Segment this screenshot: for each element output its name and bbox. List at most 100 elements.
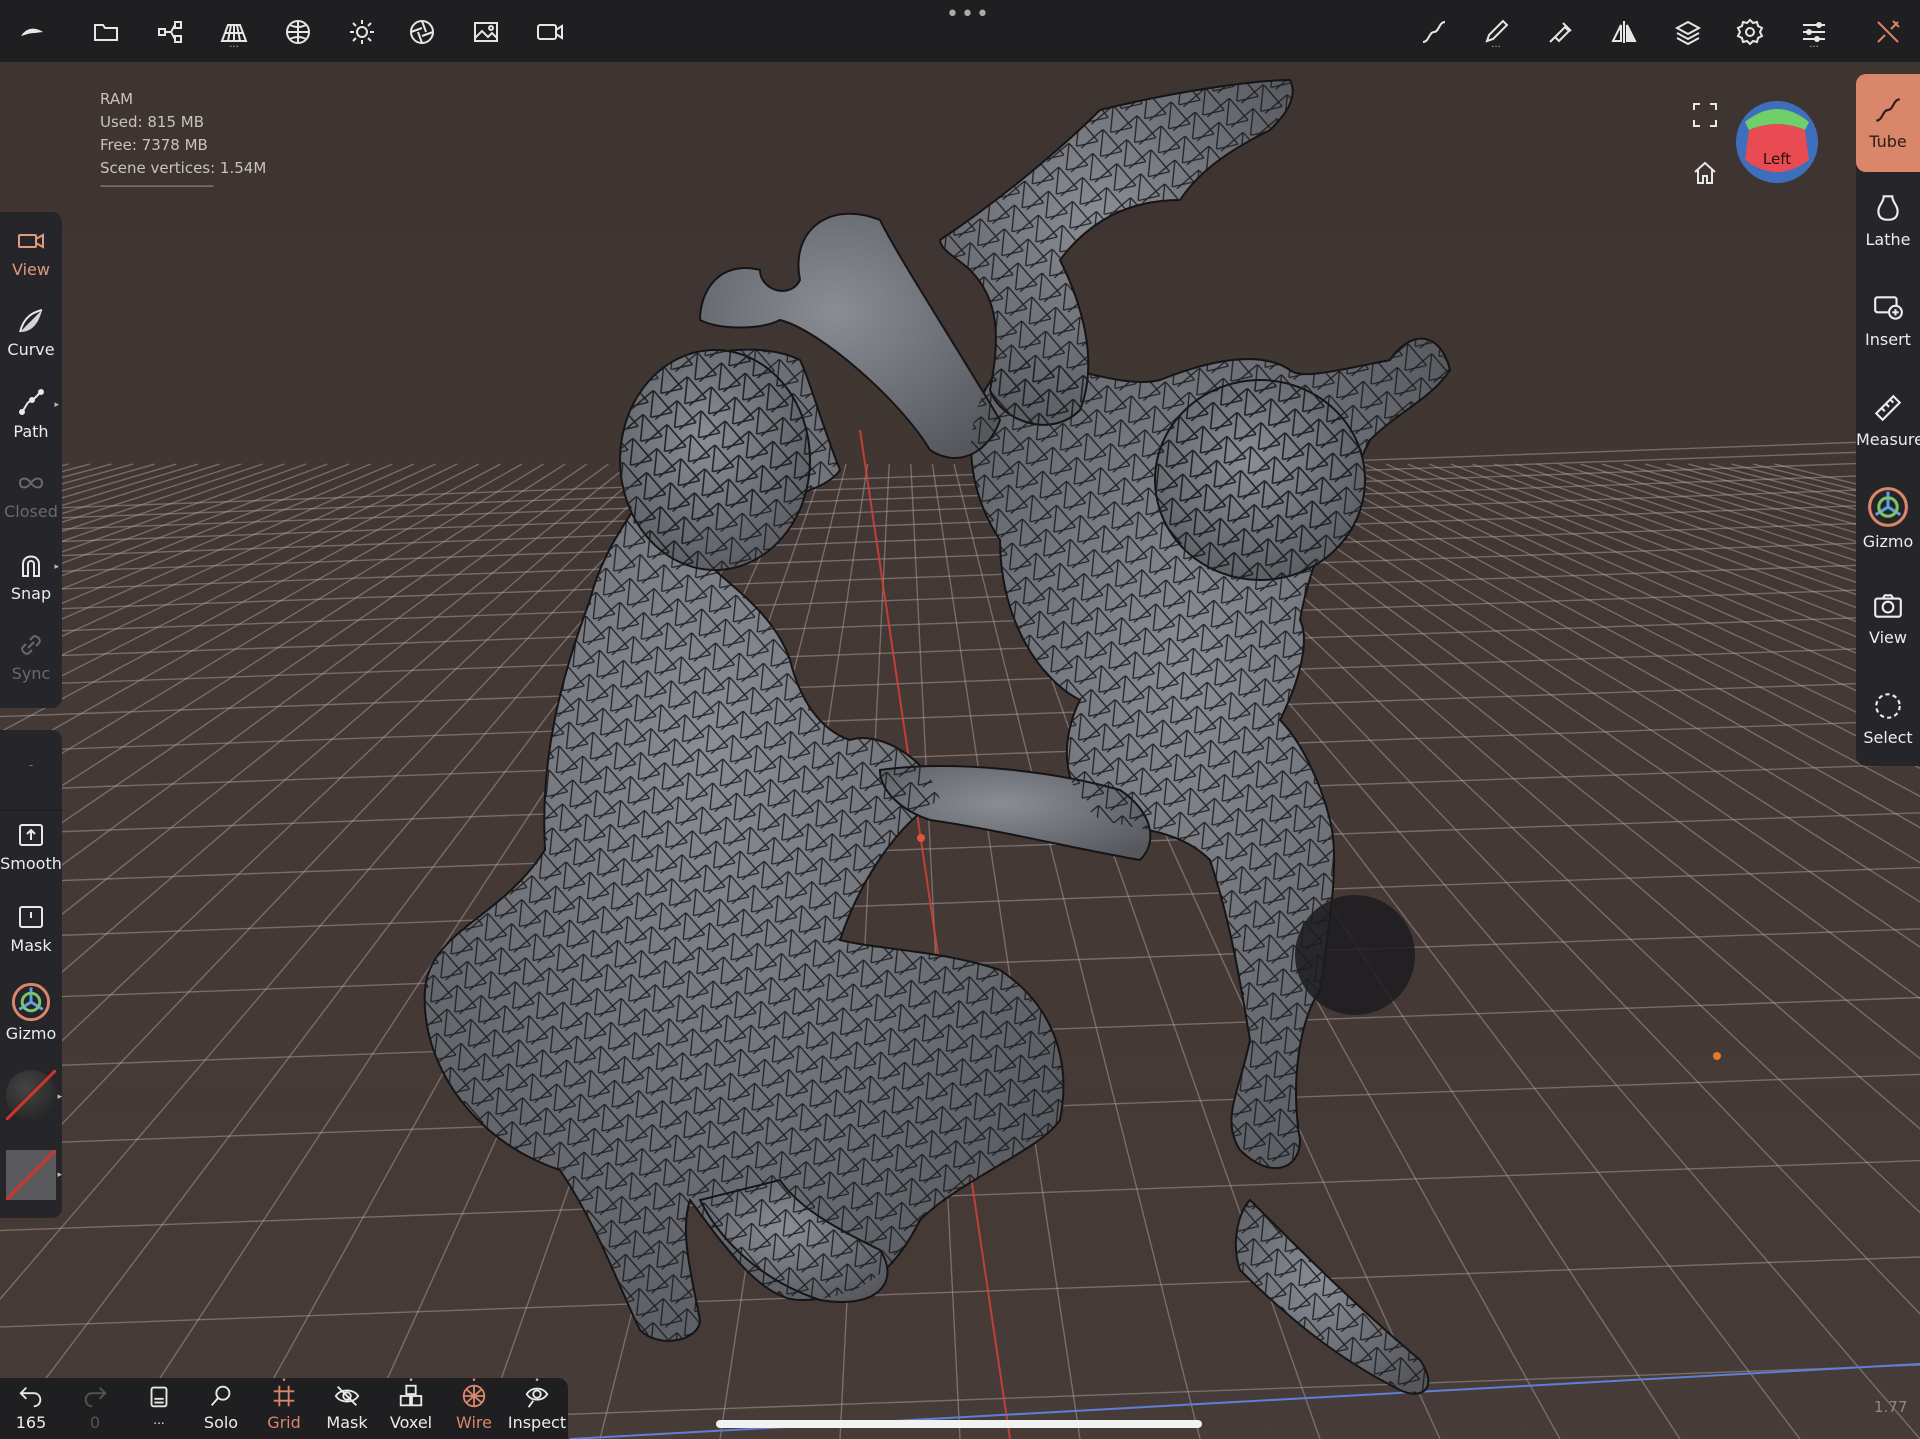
smooth-label: Smooth	[0, 854, 62, 873]
link-icon	[21, 635, 41, 655]
top-toolbar: ... ••• ... ...	[0, 0, 1920, 62]
matcap-arrow-icon: ▸	[57, 1092, 62, 1102]
folder-icon[interactable]	[86, 12, 126, 52]
material-sphere-icon[interactable]	[278, 12, 318, 52]
solo-label: Solo	[203, 1413, 239, 1432]
closed-toggle[interactable]: Closed	[0, 468, 62, 521]
video-camera-icon[interactable]	[530, 12, 570, 52]
matcap-swatch[interactable]	[6, 1070, 56, 1120]
layers-icon[interactable]	[1668, 12, 1708, 52]
orientation-cube[interactable]: Left	[1735, 100, 1819, 184]
mask-icon	[19, 906, 43, 928]
ram-used: Used: 815 MB	[100, 113, 204, 131]
redo-button[interactable]: 0	[64, 1382, 126, 1432]
drag-handle[interactable]: •••	[946, 4, 991, 26]
symmetry-icon[interactable]	[1604, 12, 1644, 52]
app-logo-icon[interactable]	[12, 12, 52, 52]
select-button[interactable]: Select	[1856, 690, 1920, 747]
history-list-button[interactable]: ...	[128, 1382, 190, 1427]
curve-label: Curve	[7, 340, 55, 359]
undo-count: 165	[15, 1413, 47, 1432]
wire-label: Wire	[456, 1413, 492, 1432]
grid-icon	[273, 1385, 295, 1407]
grid-toggle[interactable]: • Grid	[253, 1377, 315, 1433]
wireframe-sphere-icon	[462, 1384, 486, 1408]
brush-icon[interactable]: ...	[1476, 12, 1516, 52]
home-view-icon[interactable]	[1690, 158, 1720, 192]
mask-button[interactable]: Mask	[0, 902, 62, 955]
smooth-button[interactable]: Smooth	[0, 820, 62, 873]
redo-count: 0	[89, 1413, 101, 1432]
undo-button[interactable]: 165	[0, 1382, 62, 1432]
view-label: View	[12, 260, 50, 279]
pivot-point	[917, 834, 925, 842]
gizmo-label: Gizmo	[5, 1024, 57, 1043]
insert-button[interactable]: Insert	[1856, 292, 1920, 349]
voxel-label: Voxel	[389, 1413, 433, 1432]
inspect-button[interactable]: • Inspect	[506, 1377, 568, 1433]
select-label: Select	[1863, 728, 1913, 747]
voxel-button[interactable]: • Voxel	[380, 1377, 442, 1433]
tools-icon[interactable]	[1868, 12, 1908, 52]
paint-icon[interactable]	[1540, 12, 1580, 52]
bottom-toolbar: 165 0 ... Solo • Grid Mask • Voxel • Wir…	[0, 1377, 568, 1439]
lathe-label: Lathe	[1865, 230, 1911, 249]
path-submenu-arrow-icon: ▸	[54, 400, 59, 410]
mask-visibility-toggle[interactable]: Mask	[316, 1382, 378, 1432]
aperture-icon[interactable]	[402, 12, 442, 52]
select-lasso-icon	[1875, 693, 1901, 719]
curve-button[interactable]: Curve	[0, 306, 62, 359]
texture-swatch[interactable]	[6, 1150, 56, 1200]
measure-label: Measure	[1856, 430, 1920, 449]
sync-toggle[interactable]: Sync	[0, 630, 62, 683]
ruler-icon	[1874, 394, 1902, 422]
insert-add-icon	[1874, 296, 1903, 320]
mask-label: Mask	[10, 936, 52, 955]
snap-button[interactable]: Snap ▸	[0, 550, 62, 603]
view-tool-label: View	[1869, 628, 1907, 647]
frame-selection-icon[interactable]	[1690, 100, 1720, 134]
smooth-icon	[19, 824, 43, 846]
photo-camera-icon	[1874, 594, 1902, 618]
grid-label: Grid	[267, 1413, 301, 1432]
wire-toggle[interactable]: • Wire	[443, 1377, 505, 1433]
inspect-eye-icon	[525, 1387, 549, 1408]
left-quick-panel: - Smooth Mask Gizmo ▸ ▸	[0, 730, 62, 1218]
topology-icon[interactable]: ...	[214, 12, 254, 52]
ram-free: Free: 7378 MB	[100, 136, 208, 154]
gizmo-tool-icon	[1868, 487, 1908, 527]
view-button[interactable]: View	[0, 226, 62, 279]
voxel-cubes-icon	[399, 1384, 423, 1407]
home-indicator-bar[interactable]	[716, 1420, 1202, 1428]
tube-button[interactable]: Tube	[1856, 74, 1920, 172]
right-tool-panel: Tube Lathe Insert Measure Gizmo View Sel…	[1856, 74, 1920, 766]
sun-light-icon[interactable]	[342, 12, 382, 52]
view-tool-button[interactable]: View	[1856, 590, 1920, 647]
redo-icon	[84, 1386, 107, 1408]
left-tool-panel: View Curve Path ▸ Closed Snap ▸ Sync	[0, 212, 62, 708]
image-icon[interactable]	[466, 12, 506, 52]
lathe-vase-icon	[1877, 195, 1899, 221]
path-button[interactable]: Path ▸	[0, 388, 62, 441]
magnet-icon	[22, 555, 40, 577]
measure-button[interactable]: Measure	[1856, 392, 1920, 449]
gizmo-tool-button[interactable]: Gizmo	[1856, 484, 1920, 551]
magnifier-icon	[210, 1385, 231, 1406]
nav-cube-face-label: Left	[1762, 150, 1792, 168]
gizmo-button[interactable]: Gizmo	[0, 980, 62, 1043]
gizmo-tool-label: Gizmo	[1862, 532, 1914, 551]
solo-button[interactable]: Solo	[190, 1382, 252, 1432]
stroke-curve-icon[interactable]	[1414, 12, 1454, 52]
light-point	[1713, 1052, 1721, 1060]
sync-label: Sync	[11, 664, 51, 683]
quick-slot-placeholder: -	[28, 758, 34, 772]
scene-vertices: Scene vertices: 1.54M	[100, 159, 267, 177]
lathe-button[interactable]: Lathe	[1856, 192, 1920, 249]
mask-toggle-label: Mask	[326, 1413, 368, 1432]
3d-viewport[interactable]	[0, 0, 1920, 1439]
settings-gear-icon[interactable]	[1730, 12, 1770, 52]
path-label: Path	[13, 422, 49, 441]
scene-tree-icon[interactable]	[150, 12, 190, 52]
snap-label: Snap	[10, 584, 52, 603]
sliders-icon[interactable]: ...	[1794, 12, 1834, 52]
